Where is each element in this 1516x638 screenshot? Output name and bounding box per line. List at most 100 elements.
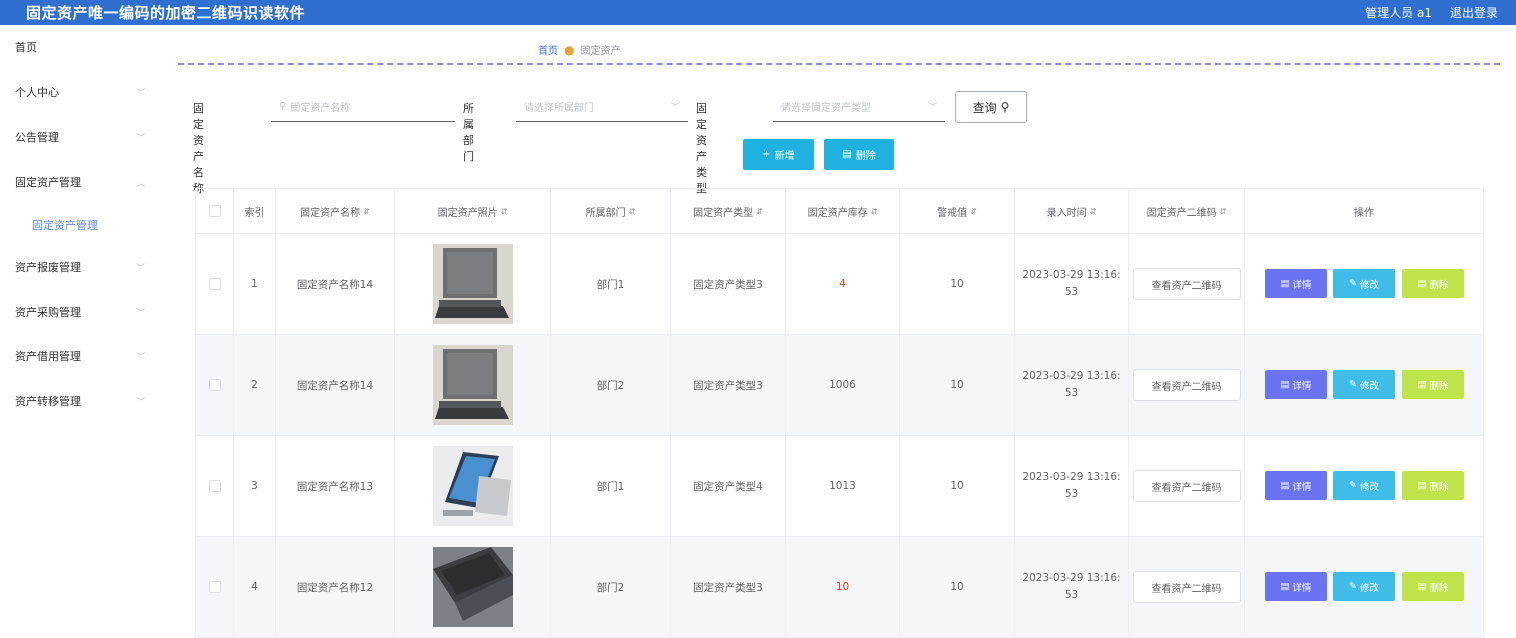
sidebar-item-personal-center[interactable]: 个人中心 ﹀: [15, 82, 145, 102]
sidebar-item-notice[interactable]: 公告管理 ﹀: [15, 127, 145, 147]
sidebar-item-scrap[interactable]: 资产报废管理 ﹀: [15, 257, 145, 277]
sidebar-item-purchase[interactable]: 资产采购管理 ﹀: [15, 302, 145, 322]
user-name[interactable]: 管理人员 a1: [1365, 4, 1432, 21]
row-checkbox[interactable]: [208, 480, 221, 492]
sort-icon: ⇵: [1089, 206, 1097, 216]
trash-icon: ▤: [842, 149, 852, 160]
threshold-cell: 10: [900, 436, 1015, 536]
delete-button[interactable]: ▤ 删除: [1402, 471, 1464, 500]
chevron-down-icon: ﹀: [135, 133, 145, 144]
delete-button[interactable]: ▤ 删除: [1402, 370, 1464, 399]
sidebar-item-borrow[interactable]: 资产借用管理 ﹀: [15, 346, 145, 366]
batch-delete-button[interactable]: ▤ 删除: [824, 139, 894, 170]
asset-photo[interactable]: [432, 345, 513, 425]
time-cell: 2023-03-29 13:16: 53: [1015, 335, 1129, 435]
view-qrcode-button[interactable]: 查看资产二维码: [1132, 268, 1241, 300]
col-type[interactable]: 固定资产类型 ⇵: [671, 189, 786, 233]
type-select[interactable]: 请选择固定资产类型 ﹀: [773, 92, 945, 122]
detail-button[interactable]: ▤ 详情: [1265, 572, 1327, 601]
col-qrcode[interactable]: 固定资产二维码 ⇵: [1129, 189, 1245, 233]
row-checkbox[interactable]: [208, 581, 221, 593]
chevron-down-icon: ﹀: [135, 308, 145, 319]
row-select-cell: [196, 436, 234, 536]
edit-button[interactable]: ✎ 修改: [1333, 269, 1395, 298]
threshold-cell: 10: [900, 537, 1015, 637]
actions-cell: ▤ 详情 ✎ 修改 ▤ 删除: [1245, 436, 1483, 536]
sort-icon: ⇵: [628, 206, 636, 216]
delete-label: 删除: [1429, 481, 1449, 493]
pencil-icon: ✎: [1349, 278, 1357, 289]
sidebar-item-label: 首页: [15, 41, 37, 54]
dept-label: 所属部门: [463, 102, 474, 163]
time-date: 2023-03-29 13:16:: [1022, 572, 1121, 584]
asset-name-input[interactable]: ⚲ 固定资产名称: [271, 92, 455, 122]
delete-button[interactable]: ▤ 删除: [1402, 269, 1464, 298]
type-cell: 固定资产类型3: [671, 335, 786, 435]
pineapple-icon: ●: [564, 42, 575, 57]
sidebar-item-fixed-assets[interactable]: 固定资产管理 ︿: [15, 172, 145, 192]
chevron-down-icon: ﹀: [927, 103, 937, 113]
breadcrumb: 首页 ● 固定资产: [538, 42, 620, 58]
photo-cell: [395, 537, 551, 637]
delete-button[interactable]: ▤ 删除: [1402, 572, 1464, 601]
view-qrcode-button[interactable]: 查看资产二维码: [1132, 369, 1241, 401]
select-all-checkbox[interactable]: [208, 205, 221, 217]
name-cell: 固定资产名称14: [276, 234, 395, 334]
time-date: 2023-03-29 13:16:: [1022, 370, 1121, 382]
time-cell: 2023-03-29 13:16: 53: [1015, 234, 1129, 334]
name-cell: 固定资产名称12: [276, 537, 395, 637]
search-icon: ⚲: [279, 101, 287, 112]
col-stock[interactable]: 固定资产库存 ⇵: [786, 189, 900, 233]
edit-button[interactable]: ✎ 修改: [1333, 471, 1395, 500]
asset-photo[interactable]: [432, 547, 513, 627]
edit-button[interactable]: ✎ 修改: [1333, 572, 1395, 601]
dept-select[interactable]: 请选择所属部门 ﹀: [516, 92, 688, 122]
time-date: 2023-03-29 13:16:: [1022, 269, 1121, 281]
detail-button[interactable]: ▤ 详情: [1265, 370, 1327, 399]
delete-label: 删除: [1429, 380, 1449, 392]
asset-photo[interactable]: [432, 446, 513, 526]
add-button[interactable]: + 新增: [743, 139, 814, 170]
edit-button[interactable]: ✎ 修改: [1333, 370, 1395, 399]
detail-button[interactable]: ▤ 详情: [1265, 269, 1327, 298]
sidebar-item-label: 资产转移管理: [15, 395, 81, 408]
table-row: 3 固定资产名称13 部门1 固定资产类型4 1013 10 2023-03-29 13:1…: [196, 436, 1483, 537]
row-checkbox[interactable]: [208, 379, 221, 391]
logout-link[interactable]: 退出登录: [1450, 4, 1498, 21]
col-name[interactable]: 固定资产名称 ⇵: [276, 189, 395, 233]
photo-cell: [395, 234, 551, 334]
trash-icon: ▤: [1417, 278, 1427, 289]
col-actions: 操作: [1245, 189, 1483, 233]
edit-label: 修改: [1359, 481, 1379, 493]
detail-label: 详情: [1292, 481, 1312, 493]
sidebar-item-home[interactable]: 首页: [15, 37, 145, 57]
sidebar-subitem-fixed-assets[interactable]: 固定资产管理: [32, 217, 98, 233]
index-cell: 4: [234, 537, 276, 637]
asset-photo[interactable]: [432, 244, 513, 324]
sort-icon: ⇵: [756, 206, 763, 216]
threshold-cell: 10: [900, 234, 1015, 334]
detail-button[interactable]: ▤ 详情: [1265, 471, 1327, 500]
col-label: 固定资产二维码: [1146, 207, 1217, 219]
type-cell: 固定资产类型4: [671, 436, 786, 536]
pencil-icon: ✎: [1349, 581, 1357, 592]
qrcode-cell: 查看资产二维码: [1129, 234, 1245, 334]
view-qrcode-button[interactable]: 查看资产二维码: [1132, 470, 1241, 502]
sidebar-item-label: 公告管理: [15, 131, 59, 144]
table-row: 4 固定资产名称12 部门2 固定资产类型3 10 10 2023-03-29 13:16:…: [196, 537, 1483, 638]
query-button[interactable]: 查询 ⚲: [955, 91, 1027, 123]
view-qrcode-button[interactable]: 查看资产二维码: [1132, 571, 1241, 603]
col-photo[interactable]: 固定资产照片 ⇵: [395, 189, 551, 233]
sidebar-item-transfer[interactable]: 资产转移管理 ﹀: [15, 391, 145, 411]
sidebar-item-label: 资产借用管理: [15, 350, 81, 363]
row-checkbox[interactable]: [208, 278, 221, 290]
query-label: 查询: [972, 100, 997, 115]
breadcrumb-home[interactable]: 首页: [538, 42, 558, 57]
col-dept[interactable]: 所属部门 ⇵: [551, 189, 671, 233]
col-threshold[interactable]: 警戒值 ⇵: [900, 189, 1015, 233]
time-seconds: 53: [1064, 488, 1079, 500]
table-row: 1 固定资产名称14 部门1 固定资产类型3 4 10 2023-03-29 13:16: 5…: [196, 234, 1483, 335]
col-time[interactable]: 录入时间 ⇵: [1015, 189, 1129, 233]
chevron-down-icon: ﹀: [670, 103, 680, 113]
chevron-down-icon: ﹀: [135, 263, 145, 274]
